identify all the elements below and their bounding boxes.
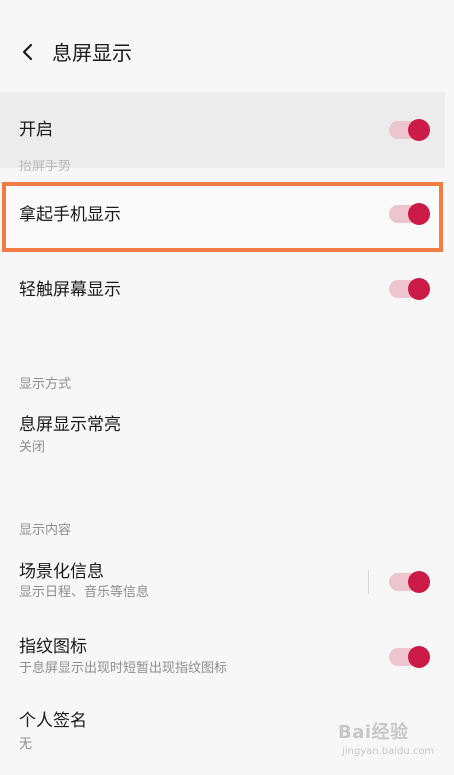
toggle-knob [408, 203, 430, 225]
section-title-display-content: 显示内容 [19, 523, 72, 538]
section-title-partial: 抬屏手势 [19, 160, 72, 172]
baidu-watermark: Bai经验 jingyan.baidu.com [338, 722, 438, 766]
setting-desc-fingerprint: 于息屏显示出现时短暂出现指纹图标 [19, 661, 228, 676]
divider [368, 570, 369, 594]
setting-label-scenario[interactable]: 场景化信息 [19, 561, 104, 583]
setting-label-signature[interactable]: 个人签名 [19, 710, 87, 732]
watermark-logo: Bai经验 [338, 722, 409, 743]
setting-row-enable[interactable]: 开启 [0, 92, 445, 168]
setting-label-tap: 轻触屏幕显示 [19, 280, 121, 300]
header: 息屏显示 [0, 0, 454, 100]
setting-desc-scenario: 显示日程、音乐等信息 [19, 585, 150, 600]
setting-label: 开启 [19, 120, 53, 140]
enable-toggle[interactable] [389, 119, 430, 141]
chevron-left-icon[interactable] [16, 40, 40, 64]
setting-value-always-on: 关闭 [19, 440, 46, 455]
page-title: 息屏显示 [52, 41, 132, 65]
setting-value-signature: 无 [19, 737, 33, 752]
fingerprint-toggle[interactable] [389, 646, 430, 668]
toggle-knob [408, 571, 430, 593]
lift-display-toggle[interactable] [389, 203, 430, 225]
toggle-knob [408, 646, 430, 668]
setting-label-fingerprint[interactable]: 指纹图标 [19, 636, 87, 658]
setting-label-always-on[interactable]: 息屏显示常亮 [19, 414, 121, 436]
watermark-url: jingyan.baidu.com [342, 746, 435, 757]
scenario-toggle[interactable] [389, 571, 430, 593]
tap-display-toggle[interactable] [389, 278, 430, 300]
toggle-knob [408, 119, 430, 141]
section-title-display-mode: 显示方式 [19, 377, 72, 392]
setting-label-lift: 拿起手机显示 [19, 205, 121, 225]
toggle-knob [408, 278, 430, 300]
